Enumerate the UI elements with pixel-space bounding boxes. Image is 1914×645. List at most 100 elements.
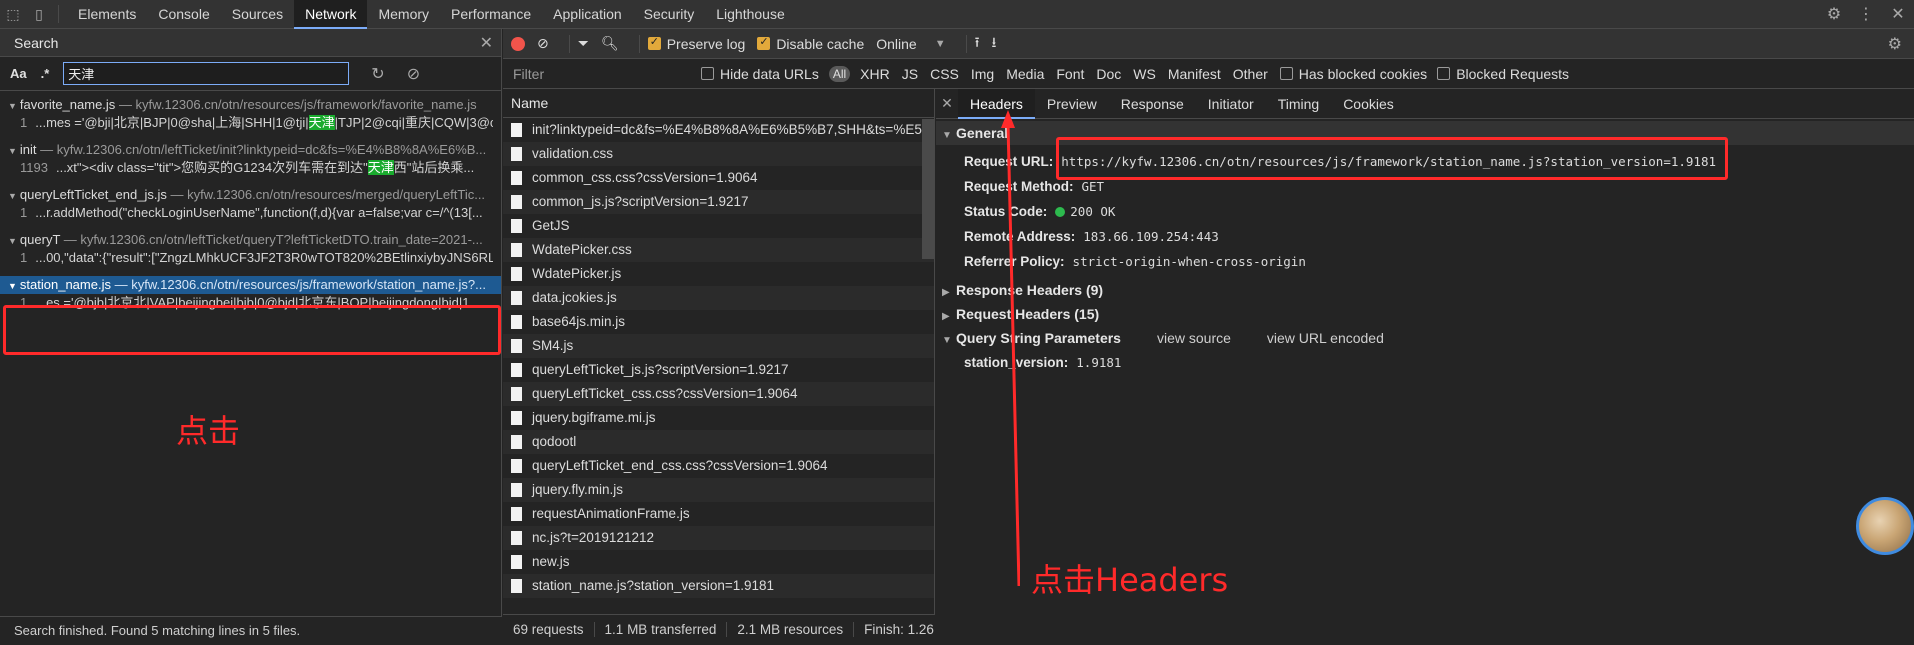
search-input[interactable] xyxy=(63,62,350,85)
tab-headers[interactable]: Headers xyxy=(958,88,1035,119)
type-filter-media[interactable]: Media xyxy=(1006,66,1044,82)
expand-triangle-icon[interactable]: ▼ xyxy=(8,101,17,111)
expand-triangle-icon[interactable]: ▼ xyxy=(8,236,17,246)
type-filter-js[interactable]: JS xyxy=(902,66,918,82)
type-filter-other[interactable]: Other xyxy=(1233,66,1268,82)
search-result-selected[interactable]: ▼ station_name.js — kyfw.12306.cn/otn/res… xyxy=(0,271,501,316)
expand-triangle-icon[interactable]: ▼ xyxy=(8,281,17,291)
match-case-toggle[interactable]: Aa xyxy=(10,66,27,81)
tab-application[interactable]: Application xyxy=(542,0,633,29)
request-row[interactable]: common_css.css?cssVersion=1.9064 xyxy=(503,166,934,190)
record-button[interactable] xyxy=(511,36,525,51)
preserve-log-checkbox[interactable]: Preserve log xyxy=(647,35,745,52)
type-filter-all[interactable]: All xyxy=(828,65,851,82)
filter-input[interactable]: Filter xyxy=(511,63,691,85)
request-row[interactable]: new.js xyxy=(503,550,934,574)
close-icon[interactable]: ✕ xyxy=(480,33,493,53)
tab-cookies[interactable]: Cookies xyxy=(1331,89,1406,119)
request-row[interactable]: jquery.fly.min.js xyxy=(503,478,934,502)
request-row[interactable]: init?linktypeid=dc&fs=%E4%B8%8A%E6%B5%B7… xyxy=(503,118,934,142)
clear-log-icon[interactable]: ⊘ xyxy=(537,35,549,52)
request-row[interactable]: validation.css xyxy=(503,142,934,166)
tab-timing[interactable]: Timing xyxy=(1266,89,1332,119)
request-row[interactable]: common_js.js?scriptVersion=1.9217 xyxy=(503,190,934,214)
tab-console[interactable]: Console xyxy=(147,0,220,29)
search-result[interactable]: ▼ queryT — kyfw.12306.cn/otn/leftTicket/q… xyxy=(0,226,501,271)
search-icon[interactable]: 🔍︎ xyxy=(601,35,619,52)
request-row[interactable]: requestAnimationFrame.js xyxy=(503,502,934,526)
tab-elements[interactable]: Elements xyxy=(67,0,147,29)
request-row[interactable]: WdatePicker.js xyxy=(503,262,934,286)
request-row[interactable]: base64js.min.js xyxy=(503,310,934,334)
checkbox-unchecked[interactable] xyxy=(1437,67,1451,80)
filter-funnel-icon[interactable]: ⏷ xyxy=(578,35,589,52)
section-request-headers[interactable]: ▶ Request Headers (15) xyxy=(936,302,1914,326)
close-details-icon[interactable]: ✕ xyxy=(936,95,958,112)
result-line[interactable]: 1 ...mes ='@bji|北京|BJP|0@sha|上海|SHH|1@tji… xyxy=(8,114,493,132)
close-devtools-icon[interactable]: ✕ xyxy=(1882,0,1914,29)
blocked-requests-checkbox[interactable]: Blocked Requests xyxy=(1437,66,1569,82)
request-row[interactable]: nc.js?t=2019121212 xyxy=(503,526,934,550)
request-row[interactable]: qodootl xyxy=(503,430,934,454)
section-response-headers[interactable]: ▶ Response Headers (9) xyxy=(936,278,1914,302)
view-source-link[interactable]: view source xyxy=(1157,330,1231,346)
import-har-icon[interactable]: ⭱ xyxy=(975,32,980,56)
expand-triangle-icon[interactable]: ▼ xyxy=(8,146,17,156)
request-row[interactable]: WdatePicker.css xyxy=(503,238,934,262)
request-row[interactable]: SM4.js xyxy=(503,334,934,358)
result-file[interactable]: ▼ favorite_name.js — kyfw.12306.cn/otn/re… xyxy=(8,96,493,114)
checkbox-unchecked[interactable] xyxy=(701,67,714,80)
request-row[interactable]: queryLeftTicket_css.css?cssVersion=1.906… xyxy=(503,382,934,406)
request-row[interactable]: queryLeftTicket_js.js?scriptVersion=1.92… xyxy=(503,358,934,382)
expand-triangle-icon[interactable]: ▼ xyxy=(8,191,17,201)
search-result[interactable]: ▼ init — kyfw.12306.cn/otn/leftTicket/ini… xyxy=(0,136,501,181)
tab-preview[interactable]: Preview xyxy=(1035,89,1109,119)
more-options-icon[interactable]: ⋮ xyxy=(1850,0,1882,29)
request-row[interactable]: GetJS xyxy=(503,214,934,238)
inspect-element-icon[interactable]: ⬚ xyxy=(0,0,26,29)
column-header-name[interactable]: Name xyxy=(503,89,934,118)
type-filter-css[interactable]: CSS xyxy=(930,66,959,82)
hide-data-urls-checkbox[interactable]: Hide data URLs xyxy=(701,66,819,82)
result-line[interactable]: 1193 ...xt"><div class="tit">您购买的G1234次列车… xyxy=(8,159,493,177)
tab-initiator[interactable]: Initiator xyxy=(1196,89,1266,119)
type-filter-manifest[interactable]: Manifest xyxy=(1168,66,1221,82)
result-line[interactable]: 1 ...00,"data":{"result":["ZngzLMhkUCF3JF… xyxy=(8,249,493,267)
export-har-icon[interactable]: ⭳ xyxy=(992,32,997,56)
view-url-encoded-link[interactable]: view URL encoded xyxy=(1267,330,1384,346)
request-row-selected[interactable]: station_name.js?station_version=1.9181 xyxy=(503,574,934,598)
type-filter-font[interactable]: Font xyxy=(1056,66,1084,82)
result-file[interactable]: ▼ queryT — kyfw.12306.cn/otn/leftTicket/q… xyxy=(8,231,493,249)
scrollbar-thumb[interactable] xyxy=(922,119,934,259)
regex-toggle[interactable]: .* xyxy=(41,66,50,81)
request-row[interactable]: queryLeftTicket_end_css.css?cssVersion=1… xyxy=(503,454,934,478)
result-line[interactable]: 1 ...r.addMethod("checkLoginUserName",fun… xyxy=(8,204,493,222)
tab-performance[interactable]: Performance xyxy=(440,0,542,29)
type-filter-doc[interactable]: Doc xyxy=(1096,66,1121,82)
disable-cache-checkbox[interactable]: Disable cache xyxy=(757,35,864,52)
tab-security[interactable]: Security xyxy=(633,0,706,29)
checkbox-checked[interactable] xyxy=(647,35,661,50)
request-row[interactable]: jquery.bgiframe.mi.js xyxy=(503,406,934,430)
type-filter-img[interactable]: Img xyxy=(971,66,994,82)
clear-icon[interactable]: ⊘ xyxy=(407,64,420,84)
settings-gear-icon[interactable]: ⚙ xyxy=(1818,0,1850,29)
request-row[interactable]: data.jcokies.js xyxy=(503,286,934,310)
tab-response[interactable]: Response xyxy=(1109,89,1196,119)
section-query-params[interactable]: ▼ Query String Parameters view source view … xyxy=(936,326,1914,350)
tab-sources[interactable]: Sources xyxy=(221,0,294,29)
type-filter-xhr[interactable]: XHR xyxy=(860,66,890,82)
has-blocked-cookies-checkbox[interactable]: Has blocked cookies xyxy=(1279,66,1427,82)
section-general[interactable]: ▼ General xyxy=(936,121,1914,145)
result-file[interactable]: ▼ station_name.js — kyfw.12306.cn/otn/res… xyxy=(0,276,501,294)
device-toolbar-icon[interactable]: ▯ xyxy=(26,0,52,29)
checkbox-unchecked[interactable] xyxy=(1279,67,1293,80)
type-filter-ws[interactable]: WS xyxy=(1133,66,1156,82)
refresh-icon[interactable]: ↻ xyxy=(371,64,384,84)
result-file[interactable]: ▼ queryLeftTicket_end_js.js — kyfw.12306.… xyxy=(8,186,493,204)
search-result[interactable]: ▼ queryLeftTicket_end_js.js — kyfw.12306.… xyxy=(0,181,501,226)
checkbox-checked[interactable] xyxy=(757,35,771,50)
result-line[interactable]: 1 ...es ='@bjb|北京北|VAP|beijingbei|bjb|0@b… xyxy=(8,294,493,312)
search-result[interactable]: ▼ favorite_name.js — kyfw.12306.cn/otn/re… xyxy=(0,91,501,136)
result-file[interactable]: ▼ init — kyfw.12306.cn/otn/leftTicket/ini… xyxy=(8,141,493,159)
